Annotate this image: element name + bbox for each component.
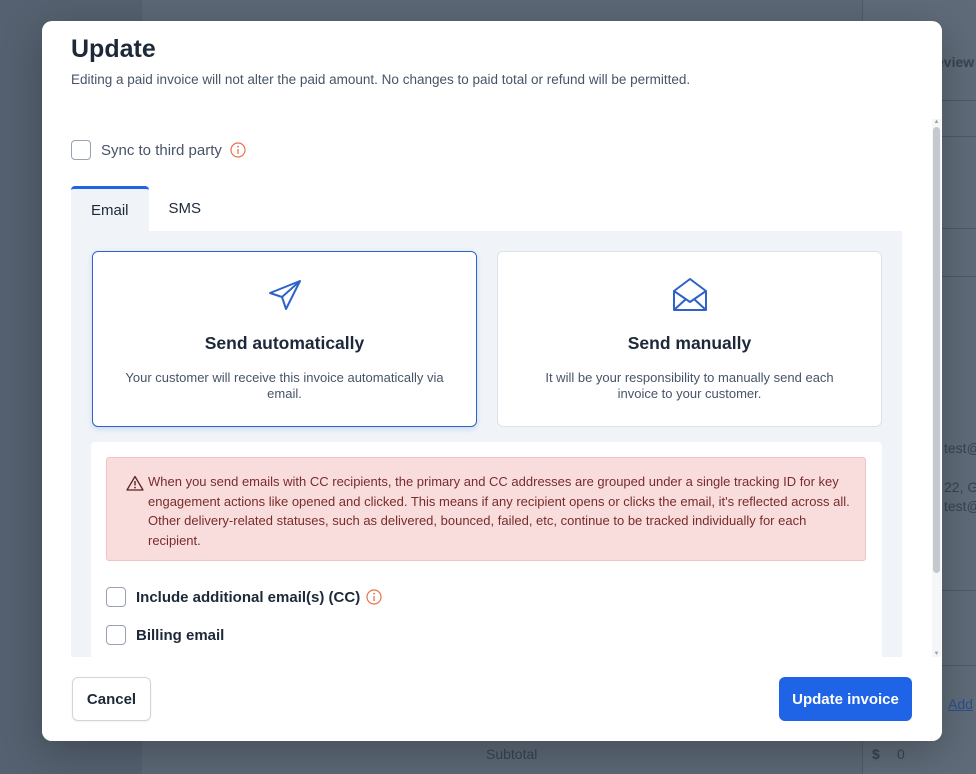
channel-tabs: Email SMS (71, 186, 221, 231)
send-automatically-title: Send automatically (204, 333, 365, 353)
modal-scroll-area[interactable]: Sync to third party Email SMS Send autom… (42, 121, 942, 657)
email-tab-panel: Send automatically Your customer will re… (71, 231, 902, 657)
background-subtotal-value: 0 (897, 746, 905, 762)
include-cc-label: Include additional email(s) (CC) (136, 588, 361, 606)
update-invoice-modal: Update Editing a paid invoice will not a… (42, 21, 942, 741)
billing-email-label: Billing email (136, 626, 225, 644)
background-currency-symbol: $ (872, 746, 880, 762)
warning-icon (126, 475, 144, 491)
paper-plane-icon (268, 280, 301, 310)
cc-tracking-alert: When you send emails with CC recipients,… (106, 457, 866, 561)
modal-subtitle: Editing a paid invoice will not alter th… (71, 72, 691, 87)
send-manually-description: It will be your responsibility to manual… (545, 370, 834, 401)
background-email-text: test@ (944, 440, 976, 456)
tab-email[interactable]: Email (71, 186, 149, 231)
billing-email-checkbox[interactable] (106, 625, 126, 645)
cc-tracking-alert-text: When you send emails with CC recipients,… (148, 474, 850, 548)
background-email-text: test@ (944, 498, 976, 514)
update-invoice-button[interactable]: Update invoice (779, 677, 912, 721)
modal-footer: Cancel Update invoice (42, 657, 942, 741)
include-cc-row: Include additional email(s) (CC) (106, 587, 382, 607)
email-options-box: When you send emails with CC recipients,… (91, 442, 882, 657)
info-icon[interactable] (230, 142, 246, 158)
send-automatically-description: Your customer will receive this invoice … (125, 370, 444, 401)
modal-title: Update (71, 35, 156, 63)
sync-third-party-row: Sync to third party (71, 140, 246, 160)
billing-email-row: Billing email (106, 625, 224, 645)
send-automatically-card[interactable]: Send automatically Your customer will re… (92, 251, 477, 427)
sync-third-party-checkbox[interactable] (71, 140, 91, 160)
tab-sms[interactable]: SMS (149, 186, 222, 231)
background-address-text: 22, G (944, 479, 976, 495)
modal-scrollbar[interactable]: ▲ ▼ (932, 119, 941, 657)
scroll-up-arrow-icon[interactable]: ▲ (933, 119, 940, 125)
send-manually-title: Send manually (627, 333, 752, 353)
envelope-open-icon (672, 278, 707, 311)
cancel-button[interactable]: Cancel (72, 677, 151, 721)
sync-third-party-label: Sync to third party (101, 141, 222, 159)
background-subtotal-label: Subtotal (486, 746, 538, 762)
background-add-link: Add (948, 696, 973, 712)
include-cc-checkbox[interactable] (106, 587, 126, 607)
scrollbar-thumb[interactable] (933, 127, 940, 573)
send-manually-card[interactable]: Send manually It will be your responsibi… (497, 251, 882, 427)
info-icon[interactable] (366, 589, 382, 605)
